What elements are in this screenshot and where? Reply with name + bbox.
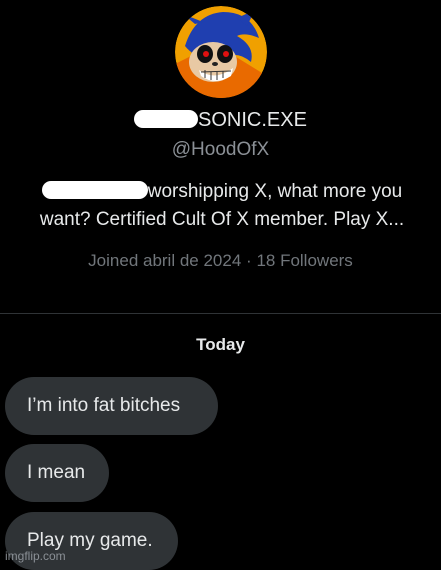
redaction-mark [134,110,199,128]
followers-count[interactable]: 18 Followers [256,251,352,270]
display-name: SONIC.EXE [0,108,441,132]
message-bubble[interactable]: I mean [5,444,109,502]
profile-header: SONIC.EXE @HoodOfX worshipping X, what m… [0,0,441,312]
display-name-text: SONIC.EXE [198,109,307,131]
profile-handle[interactable]: @HoodOfX [0,138,441,162]
profile-bio: worshipping X, what more you want? Certi… [22,178,422,234]
profile-meta: Joined abril de 2024 · 18 Followers [0,249,441,273]
bio-line-2: want? Certified Cult Of X member. Play X… [39,209,405,230]
profile-avatar[interactable] [175,6,267,98]
date-separator: Today [196,335,245,354]
redaction-mark [41,181,148,199]
sonic-exe-avatar-icon [175,6,267,98]
bio-line-1: worshipping X, what more you [147,181,403,202]
watermark: imgflip.com [5,549,66,563]
joined-date: Joined abril de 2024 [88,251,242,270]
meta-separator: · [246,251,252,270]
divider [0,313,441,314]
message-bubble[interactable]: I’m into fat bitches [5,377,218,435]
